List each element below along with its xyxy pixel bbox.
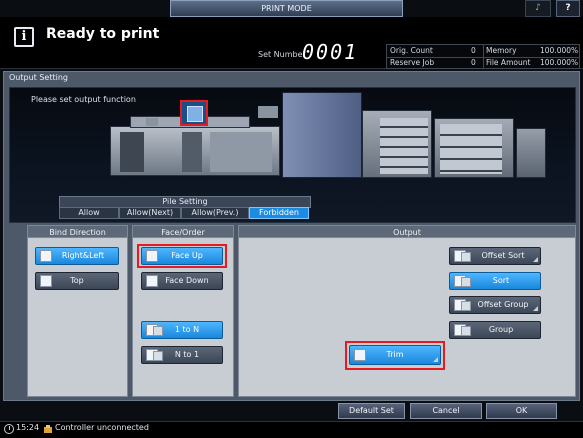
group-label: Group [488,325,514,334]
more-options-indicator [533,257,538,262]
orig-count-value: 0 [471,46,476,55]
sort-label: Sort [492,276,510,285]
ok-button[interactable]: OK [486,403,557,419]
clock-icon [4,424,14,434]
right-left-label: Right&Left [61,251,105,260]
trim-button[interactable]: Trim [349,345,441,365]
pile-option-allow-prev[interactable]: Allow(Prev.) [181,207,249,219]
pile-option-allow[interactable]: Allow [59,207,119,219]
top-button[interactable]: Top [35,272,119,290]
n-to-one-button[interactable]: N to 1 [141,346,223,364]
status-message: Ready to print [46,26,160,42]
help-button[interactable]: ? [556,0,580,17]
right-left-button[interactable]: Right&Left [35,247,119,265]
one-to-n-button[interactable]: 1 to N [141,321,223,339]
controller-icon [44,425,52,433]
paper-drawer-stack [440,124,502,174]
prompt-text: Please set output function [31,95,136,104]
pile-option-forbidden[interactable]: Forbidden [249,207,309,219]
face-up-label: Face Up [171,251,203,260]
output-tray-select-button[interactable] [180,100,208,126]
reserve-job-label: Reserve Job [390,58,435,67]
print-engine-panel [210,132,272,172]
one-to-n-label: 1 to N [174,325,200,334]
offset-sort-button[interactable]: Offset Sort [449,247,541,265]
output-tray-image [258,106,278,118]
print-engine-door [120,132,144,172]
memory-label: Memory [486,46,517,55]
face-down-label: Face Down [165,276,209,285]
finisher-unit-image [282,92,362,178]
controller-status: Controller unconnected [55,423,149,432]
more-options-indicator [433,357,438,362]
group-button[interactable]: Group [449,321,541,339]
offset-group-label: Offset Group [477,300,529,309]
panel-title: Output Setting [9,73,68,82]
counter-panel: Orig. Count 0 Memory 100.000% Reserve Jo… [386,44,580,69]
output-tray-image [146,118,158,126]
face-order-title: Face/Order [132,225,234,238]
print-mode-tab[interactable]: PRINT MODE [170,0,403,17]
memory-value: 100.000% [540,46,579,55]
trim-label: Trim [386,350,404,359]
set-number-value: 0001 [302,40,359,64]
face-up-button[interactable]: Face Up [141,247,223,265]
file-amount-label: File Amount [486,58,531,67]
top-label: Top [70,276,84,285]
output-title: Output [238,225,576,238]
bind-direction-title: Bind Direction [27,225,128,238]
file-amount-value: 100.000% [540,58,579,67]
print-engine-door [182,132,202,172]
offset-sort-label: Offset Sort [481,251,525,260]
offset-group-button[interactable]: Offset Group [449,296,541,314]
orig-count-label: Orig. Count [390,46,433,55]
cancel-button[interactable]: Cancel [410,403,482,419]
n-to-one-label: N to 1 [174,350,200,359]
pile-option-allow-next[interactable]: Allow(Next) [119,207,181,219]
paper-feed-unit-image [516,128,546,178]
face-down-button[interactable]: Face Down [141,272,223,290]
speaker-icon[interactable]: ♪ [525,0,551,17]
reserve-job-value: 0 [471,58,476,67]
paper-drawer-stack [380,118,428,174]
default-set-button[interactable]: Default Set [338,403,405,419]
more-options-indicator [533,306,538,311]
sort-button[interactable]: Sort [449,272,541,290]
info-icon: i [14,27,34,47]
clock-time: 15:24 [16,423,40,432]
set-number-label: Set Number [258,50,306,59]
